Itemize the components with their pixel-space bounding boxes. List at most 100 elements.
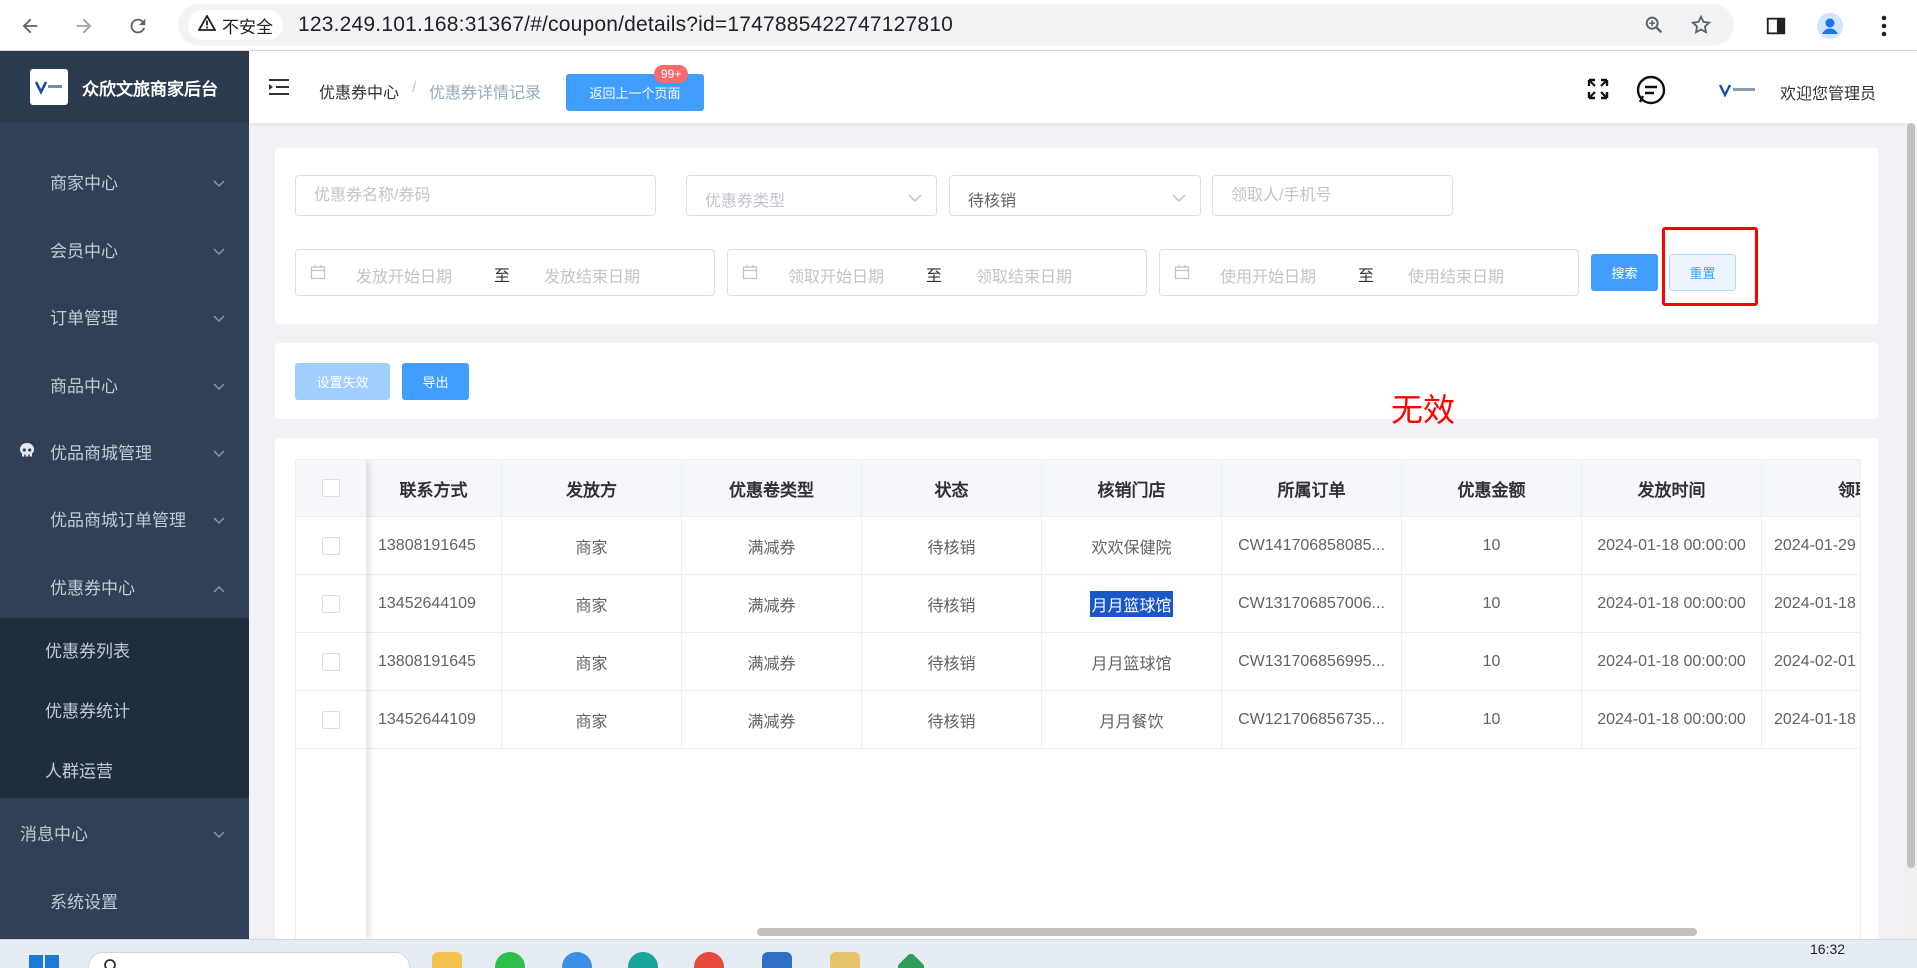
menu-label: 消息中心 — [20, 824, 88, 844]
cell-order: CW141706858085... — [1222, 517, 1402, 574]
row-checkbox[interactable] — [322, 652, 340, 671]
issue-date-range[interactable]: 发放开始日期 至 发放结束日期 — [295, 249, 715, 296]
app-icon[interactable] — [896, 952, 926, 968]
url-text[interactable]: 123.249.101.168:31367/#/coupon/details?i… — [298, 13, 953, 37]
row-checkbox[interactable] — [322, 594, 340, 613]
app-icon[interactable] — [762, 952, 792, 968]
select-all-checkbox[interactable] — [322, 479, 340, 497]
breadcrumb-home[interactable]: 优惠券中心 — [319, 79, 399, 103]
chevron-down-icon — [213, 241, 225, 261]
calendar-icon — [310, 264, 326, 285]
select-value: 待核销 — [968, 193, 1017, 210]
profile-icon[interactable] — [1812, 8, 1848, 44]
calendar-icon — [742, 264, 758, 285]
more-vert-icon[interactable] — [1866, 8, 1902, 44]
wechat-icon[interactable] — [495, 952, 525, 968]
menu-order-management[interactable]: 订单管理 — [0, 288, 249, 344]
chevron-down-icon — [908, 190, 922, 208]
menu-mall-order-management[interactable]: 优品商城订单管理 — [0, 490, 249, 546]
windows-start-icon[interactable] — [28, 954, 60, 968]
search-button[interactable]: 搜索 — [1591, 254, 1658, 291]
app-icon[interactable] — [830, 952, 860, 968]
cell-issuer: 商家 — [502, 575, 682, 632]
submenu-label: 优惠券统计 — [45, 701, 130, 721]
table-row[interactable]: 13808191645 商家 满减券 待核销 月月篮球馆 CW131706856… — [296, 633, 1860, 691]
coupon-type-select[interactable]: 优惠券类型 — [686, 175, 937, 216]
table-row[interactable]: 13808191645 商家 满减券 待核销 欢欢保健院 CW141706858… — [296, 517, 1860, 575]
back-arrow-icon[interactable] — [12, 8, 48, 44]
range-end: 领取结束日期 — [976, 269, 1073, 286]
star-icon[interactable] — [1686, 10, 1716, 40]
menu-system-settings[interactable]: 系统设置 — [0, 872, 249, 928]
submenu-label: 优惠券列表 — [45, 641, 130, 661]
table-row[interactable]: 13452644109 商家 满减券 待核销 月月篮球馆 CW131706857… — [296, 575, 1860, 633]
menu-message-center[interactable]: 消息中心 — [0, 804, 249, 860]
action-card: 设置失效 导出 — [275, 343, 1878, 419]
edge-icon[interactable] — [628, 952, 658, 968]
hamburger-icon[interactable] — [268, 77, 290, 97]
row-checkbox[interactable] — [322, 536, 340, 555]
use-date-range[interactable]: 使用开始日期 至 使用结束日期 — [1159, 249, 1579, 296]
cell-amount: 10 — [1402, 633, 1582, 690]
chevron-down-icon — [213, 443, 225, 463]
export-button[interactable]: 导出 — [402, 363, 469, 400]
browser-toolbar: 不安全 123.249.101.168:31367/#/coupon/detai… — [0, 0, 1917, 51]
fullscreen-icon[interactable] — [1586, 77, 1610, 101]
user-avatar-logo[interactable] — [1719, 82, 1759, 98]
table-row[interactable]: 13452644109 商家 满减券 待核销 月月餐饮 CW1217068567… — [296, 691, 1860, 749]
receiver-input[interactable] — [1212, 175, 1453, 216]
taskbar-search-box[interactable] — [88, 952, 410, 968]
cell-type: 满减券 — [682, 575, 862, 632]
menu-member-center[interactable]: 会员中心 — [0, 221, 249, 277]
reload-icon[interactable] — [120, 8, 156, 44]
cell-status: 待核销 — [862, 517, 1042, 574]
receiver-field[interactable] — [1213, 176, 1452, 215]
welcome-text[interactable]: 欢迎您管理员 — [1780, 80, 1876, 104]
menu-label: 优品商城管理 — [50, 443, 152, 463]
filter-card: 优惠券类型 待核销 发放开始日期 至 发放结束日期 领取开始日期 至 领取结束日… — [275, 148, 1878, 324]
coupon-table: 联系方式 发放方 优惠卷类型 状态 核销门店 所属订单 优惠金额 发放时间 领取… — [295, 459, 1861, 941]
file-explorer-icon[interactable] — [432, 952, 462, 968]
coupon-name-field[interactable] — [296, 176, 655, 215]
taskbar-clock[interactable]: 16:32 — [1810, 941, 1845, 957]
cell-issuer: 商家 — [502, 633, 682, 690]
side-panel-icon[interactable] — [1758, 8, 1794, 44]
chat-icon[interactable] — [1635, 74, 1667, 106]
col-issue-time: 发放时间 — [1582, 460, 1762, 516]
coupon-name-input[interactable] — [295, 175, 656, 216]
range-separator: 至 — [926, 268, 943, 285]
cell-amount: 10 — [1402, 691, 1582, 748]
row-checkbox-cell — [296, 575, 366, 633]
browser-app-icon[interactable] — [562, 952, 592, 968]
security-label: 不安全 — [222, 17, 273, 37]
row-checkbox-cell — [296, 691, 366, 749]
receive-date-range[interactable]: 领取开始日期 至 领取结束日期 — [727, 249, 1147, 296]
calendar-icon — [1174, 264, 1190, 285]
cell-order: CW121706856735... — [1222, 691, 1402, 748]
security-chip[interactable]: 不安全 — [188, 10, 283, 40]
horizontal-scrollbar[interactable] — [757, 928, 1697, 936]
chrome-icon[interactable] — [694, 952, 724, 968]
invalidate-button[interactable]: 设置失效 — [295, 363, 390, 400]
submenu-coupon-list[interactable]: 优惠券列表 — [0, 621, 249, 677]
forward-arrow-icon[interactable] — [66, 8, 102, 44]
os-taskbar: 16:32 — [0, 939, 1917, 968]
submenu-crowd-operation[interactable]: 人群运营 — [0, 741, 249, 797]
menu-mall-management[interactable]: 优品商城管理 — [0, 423, 249, 479]
menu-label: 系统设置 — [50, 892, 118, 912]
cell-type: 满减券 — [682, 517, 862, 574]
vertical-scrollbar[interactable] — [1907, 123, 1915, 868]
zoom-icon[interactable] — [1639, 10, 1669, 40]
cell-receive-time: 2024-01-18 — [1762, 691, 1860, 748]
col-phone: 联系方式 — [366, 460, 502, 516]
address-bar[interactable]: 不安全 123.249.101.168:31367/#/coupon/detai… — [178, 4, 1734, 46]
row-checkbox[interactable] — [322, 710, 340, 729]
submenu-coupon-stats[interactable]: 优惠券统计 — [0, 681, 249, 737]
status-select[interactable]: 待核销 — [949, 175, 1201, 216]
skull-icon — [18, 442, 36, 465]
range-start: 领取开始日期 — [788, 269, 885, 286]
menu-coupon-center[interactable]: 优惠券中心 — [0, 558, 249, 614]
cell-issuer: 商家 — [502, 691, 682, 748]
menu-product-center[interactable]: 商品中心 — [0, 356, 249, 412]
menu-merchant-center[interactable]: 商家中心 — [0, 153, 249, 209]
